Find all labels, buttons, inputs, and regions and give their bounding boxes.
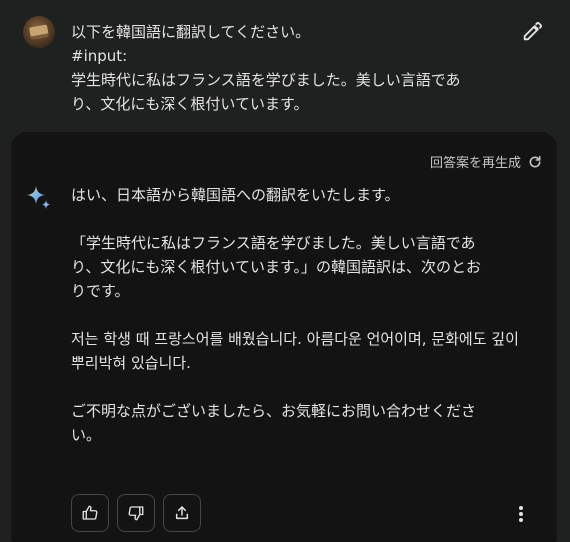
answer-paragraph: 「学生時代に私はフランス語を学びました。美しい言語であ り、文化にも深く根付いて…	[71, 234, 481, 300]
refresh-icon	[529, 155, 541, 167]
thumbs-down-icon	[128, 506, 144, 521]
sparkle-icon	[27, 186, 50, 209]
avatar-image	[29, 24, 49, 40]
prompt-line: #input:	[71, 47, 128, 65]
like-button[interactable]	[71, 494, 109, 532]
share-button[interactable]	[163, 494, 201, 532]
response-card: 回答案を再生成 はい、日本語から韓国語への翻訳をいたします。 「学生時代に私はフ…	[11, 132, 557, 542]
chat-page: 以下を韓国語に翻訳してください。 #input: 学生時代に私はフランス語を学び…	[0, 0, 570, 542]
prompt-text: 以下を韓国語に翻訳してください。 #input: 学生時代に私はフランス語を学び…	[71, 20, 501, 116]
dislike-button[interactable]	[117, 494, 155, 532]
regenerate-button[interactable]: 回答案を再生成	[430, 152, 543, 171]
answer-paragraph: 저는 학생 때 프랑스어를 배웠습니다. 아름다운 언어이며, 문화에도 깊이 …	[71, 330, 519, 372]
avatar[interactable]	[23, 16, 55, 48]
edit-prompt-button[interactable]	[518, 18, 546, 46]
answer-text: はい、日本語から韓国語への翻訳をいたします。 「学生時代に私はフランス語を学びま…	[71, 183, 533, 471]
thumbs-up-icon	[82, 505, 98, 520]
prompt-line: 以下を韓国語に翻訳してください。	[71, 23, 311, 41]
prompt-line: り、文化にも深く根付いています。	[71, 95, 309, 113]
pencil-icon	[523, 22, 542, 41]
answer-paragraph: ご不明な点がございましたら、お気軽にお問い合わせくださ い。	[71, 402, 477, 444]
feedback-actions	[71, 494, 201, 532]
answer-paragraph: はい、日本語から韓国語への翻訳をいたします。	[71, 186, 400, 204]
more-options-button[interactable]	[507, 500, 535, 528]
regenerate-label: 回答案を再生成	[429, 156, 521, 171]
prompt-line: 学生時代に私はフランス語を学びました。美しい言語であ	[71, 71, 461, 89]
more-vertical-icon	[519, 506, 523, 522]
share-icon	[175, 506, 189, 520]
user-prompt: 以下を韓国語に翻訳してください。 #input: 学生時代に私はフランス語を学び…	[0, 0, 570, 132]
